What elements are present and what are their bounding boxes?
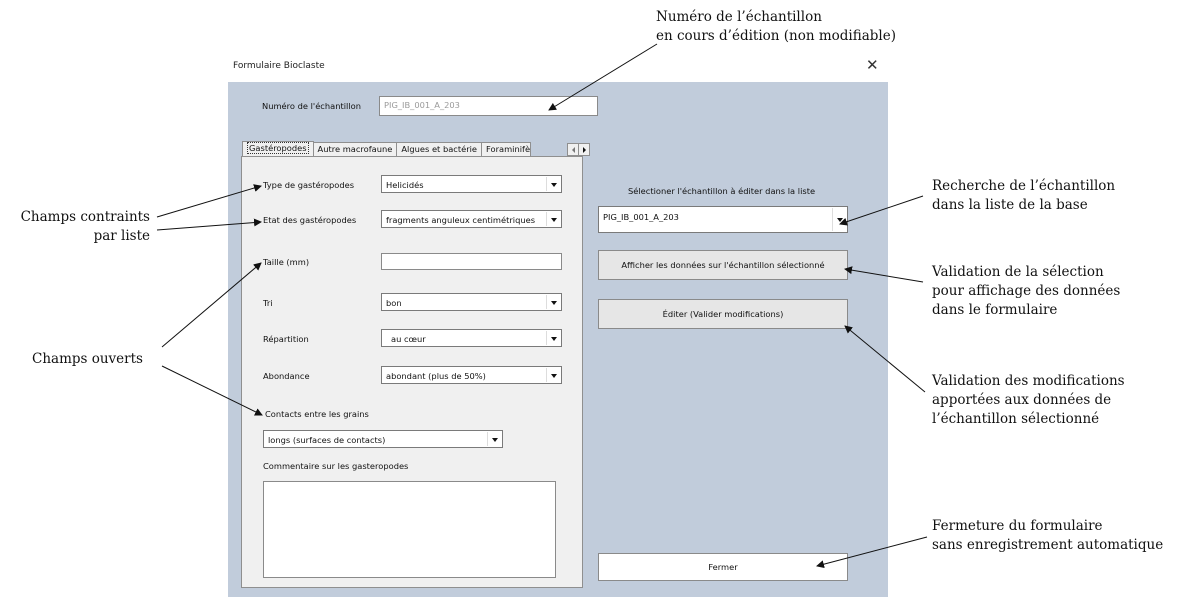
etat-select-value: fragments anguleux centimétriques [386,215,536,225]
taille-label: Taille (mm) [263,257,310,267]
contacts-select[interactable]: longs (surfaces de contacts) [263,430,503,448]
type-label: Type de gastéropodes [263,180,355,190]
chevron-down-icon[interactable] [832,208,846,231]
annotation-constrained-fields: Champs contraints par liste [20,209,150,244]
tab-algues-bacterie[interactable]: Algues et bactérie [396,142,483,156]
annotation-open-fields: Champs ouverts [32,351,143,367]
contacts-label: Contacts entre les grains [265,409,369,419]
chevron-down-icon[interactable] [546,368,560,382]
tab-gasteropodes[interactable]: Gastéropodes [242,141,314,156]
show-data-button[interactable]: Afficher les données sur l'échantillon s… [598,250,848,280]
sample-number-field: PIG_IB_001_A_203 [379,96,598,116]
close-icon[interactable]: ✕ [866,56,879,74]
contacts-select-value: longs (surfaces de contacts) [268,435,386,445]
tab-strip: Gastéropodes Autre macrofaune Algues et … [242,141,532,156]
sample-select[interactable]: PIG_IB_001_A_203 [598,206,848,233]
tab-scroll [567,143,590,156]
tri-select-value: bon [386,298,402,308]
annotation-validate-edits: Validation des modifications apportées a… [932,373,1125,427]
type-select-value: Helicidés [386,180,424,190]
chevron-down-icon[interactable] [546,331,560,345]
abondance-label: Abondance [263,371,310,381]
repartition-select-value: au cœur [391,334,426,344]
close-button[interactable]: Fermer [598,553,848,581]
repartition-select[interactable]: au cœur [381,329,562,347]
chevron-down-icon[interactable] [546,177,560,191]
annotation-validate-selection: Validation de la sélection pour affichag… [932,264,1121,318]
annotation-close-form: Fermeture du formulaire sans enregistrem… [932,518,1164,553]
tab-scroll-right-icon[interactable] [578,143,590,156]
edit-button[interactable]: Éditer (Valider modifications) [598,299,848,329]
annotation-sample-number: Numéro de l’échantillon en cours d’éditi… [656,9,897,44]
tri-select[interactable]: bon [381,293,562,311]
etat-select[interactable]: fragments anguleux centimétriques [381,210,562,228]
chevron-down-icon[interactable] [546,295,560,309]
chevron-down-icon[interactable] [487,432,501,446]
tab-autre-macrofaune[interactable]: Autre macrofaune [312,142,398,156]
etat-label: Etat des gastéropodes [263,215,357,225]
tri-label: Tri [263,298,273,308]
sample-number-label: Numéro de l'échantillon [262,101,361,111]
commentaire-label: Commentaire sur les gasteropodes [263,461,409,471]
commentaire-textarea[interactable] [263,481,556,578]
chevron-down-icon[interactable] [546,212,560,226]
type-select[interactable]: Helicidés [381,175,562,193]
select-sample-label: Sélectioner l'échantillon à éditer dans … [628,186,816,196]
form-title: Formulaire Bioclaste [233,61,325,71]
repartition-label: Répartition [263,334,309,344]
taille-input[interactable] [381,253,562,270]
annotation-search-sample: Recherche de l’échantillon dans la liste… [932,178,1116,213]
sample-select-value: PIG_IB_001_A_203 [603,212,679,222]
tab-foraminiferes[interactable]: Foraminifèr [481,142,532,156]
abondance-select-value: abondant (plus de 50%) [386,371,486,381]
abondance-select[interactable]: abondant (plus de 50%) [381,366,562,384]
